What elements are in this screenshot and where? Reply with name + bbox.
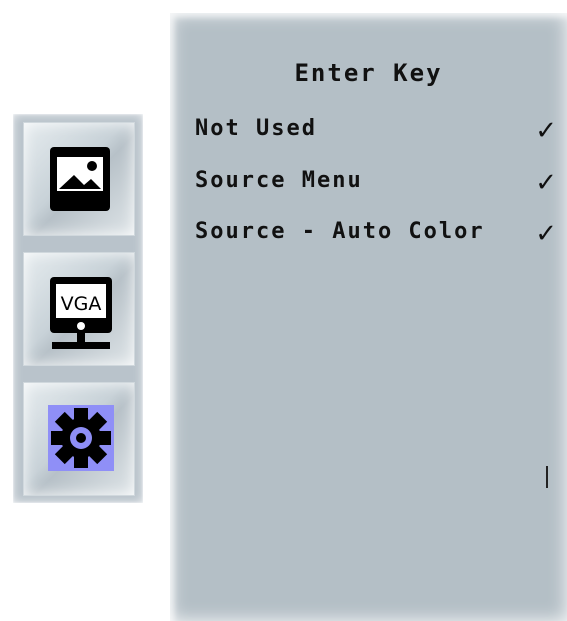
- sidebar-item-settings[interactable]: [23, 382, 135, 496]
- menu-item-label: Source - Auto Color: [195, 219, 485, 244]
- vga-monitor-icon: VGA: [50, 277, 112, 349]
- menu-item-label: Not Used: [195, 116, 317, 141]
- scrollbar-marker: [546, 466, 548, 488]
- sidebar-item-picture[interactable]: [23, 122, 135, 236]
- menu-item-not-used[interactable]: Not Used ✓: [195, 116, 565, 152]
- gear-icon: [48, 405, 114, 471]
- menu-item-source-auto-color[interactable]: Source - Auto Color ✓: [195, 219, 565, 255]
- osd-sidebar: VGA: [13, 114, 143, 503]
- menu-item-label: Source Menu: [195, 168, 363, 193]
- picture-icon: [50, 147, 110, 211]
- menu-item-source-menu[interactable]: Source Menu ✓: [195, 168, 565, 204]
- checkmark-icon: ✓: [535, 219, 557, 249]
- sidebar-item-vga[interactable]: VGA: [23, 252, 135, 366]
- checkmark-icon: ✓: [535, 116, 557, 146]
- menu-panel: Enter Key Not Used ✓ Source Menu ✓ Sourc…: [170, 13, 567, 621]
- menu-title: Enter Key: [294, 59, 443, 87]
- vga-icon-text: VGA: [61, 293, 102, 315]
- checkmark-icon: ✓: [535, 168, 557, 198]
